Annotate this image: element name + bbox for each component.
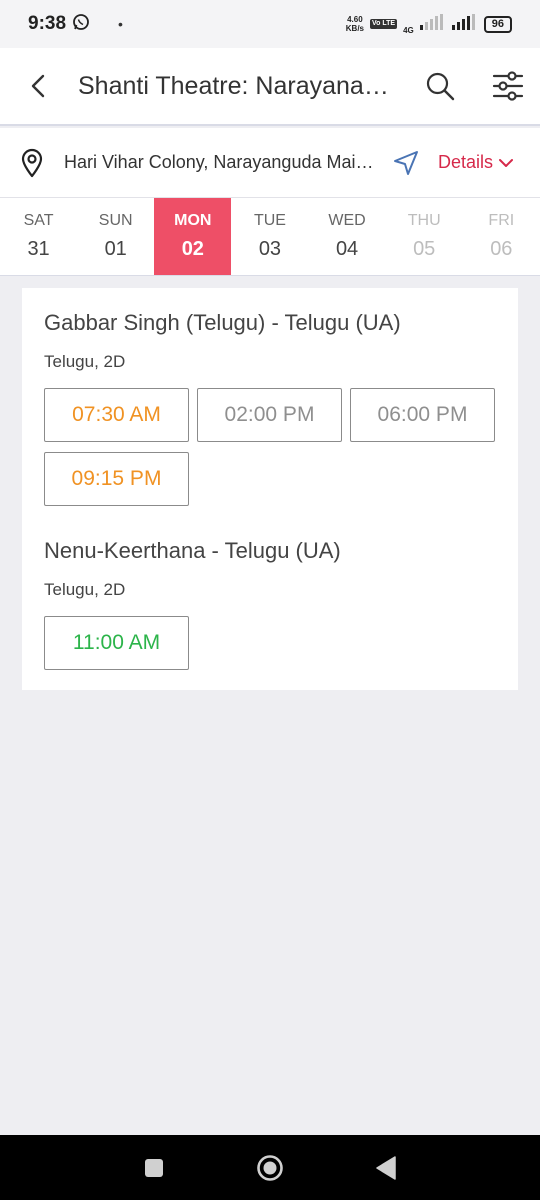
theatre-address: Hari Vihar Colony, Narayanguda Main Road — [64, 152, 382, 172]
date-number: 05 — [413, 238, 436, 260]
date-tue[interactable]: TUE 03 — [231, 198, 308, 275]
date-selector: SAT 31 SUN 01 MON 02 TUE 03 WED 04 THU 0… — [0, 198, 540, 276]
showtime-list: 11:00 AM — [44, 616, 496, 670]
details-button[interactable]: Details — [438, 152, 514, 173]
navigation-arrow-icon[interactable] — [382, 150, 430, 176]
status-bar: 9:38 • 4.60 KB/s Vo LTE 4G 96 — [0, 0, 540, 48]
filter-sliders-icon — [492, 71, 524, 101]
date-sun[interactable]: SUN 01 — [77, 198, 154, 275]
search-icon — [426, 72, 455, 101]
app-header: Shanti Theatre: Narayanaguda — [0, 48, 540, 126]
notification-dot: • — [118, 16, 123, 32]
system-navigation-bar — [0, 1135, 540, 1200]
location-pin-icon — [0, 148, 64, 178]
date-day: FRI — [488, 212, 515, 229]
showtime-button[interactable]: 07:30 AM — [44, 388, 189, 442]
showtime-list: 07:30 AM 02:00 PM 06:00 PM 09:15 PM — [44, 388, 496, 506]
back-button[interactable] — [0, 47, 78, 125]
date-number: 01 — [104, 238, 127, 260]
date-day: TUE — [253, 212, 286, 229]
showtime-button[interactable]: 02:00 PM — [197, 388, 342, 442]
signal-icon — [451, 13, 478, 35]
page-title: Shanti Theatre: Narayanaguda — [78, 71, 400, 100]
date-thu: THU 05 — [386, 198, 463, 275]
date-day: MON — [174, 212, 212, 229]
showtime-button[interactable]: 09:15 PM — [44, 452, 189, 506]
date-number: 03 — [258, 238, 282, 260]
movie-format: Telugu, 2D — [44, 580, 126, 599]
address-bar: Hari Vihar Colony, Narayanguda Main Road… — [0, 128, 540, 198]
recents-square-icon — [145, 1158, 163, 1177]
date-number: 31 — [27, 238, 50, 260]
chevron-down-icon — [499, 158, 514, 167]
movie-format: Telugu, 2D — [44, 352, 126, 371]
details-label: Details — [438, 152, 494, 172]
home-button[interactable] — [212, 1135, 328, 1200]
volte-badge: Vo LTE — [370, 19, 398, 29]
date-number: 04 — [335, 238, 359, 260]
filter-button[interactable] — [478, 47, 538, 125]
back-triangle-icon — [376, 1155, 396, 1180]
movie-block: Gabbar Singh (Telugu) - Telugu (UA) Telu… — [44, 310, 496, 506]
movie-block: Nenu-Keerthana - Telugu (UA) Telugu, 2D … — [44, 538, 496, 670]
signal-icon — [419, 13, 446, 35]
recents-button[interactable] — [96, 1135, 212, 1200]
back-arrow-icon — [31, 74, 45, 98]
showtime-button[interactable]: 11:00 AM — [44, 616, 189, 670]
whatsapp-icon — [72, 13, 90, 36]
network-type: 4G — [403, 25, 414, 35]
date-mon-selected[interactable]: MON 02 — [154, 198, 232, 275]
date-day: WED — [328, 212, 366, 229]
date-day: SAT — [23, 212, 54, 229]
date-number: 02 — [181, 238, 204, 260]
home-circle-icon — [257, 1154, 283, 1181]
date-wed[interactable]: WED 04 — [309, 198, 386, 275]
date-fri: FRI 06 — [463, 198, 540, 275]
movie-title[interactable]: Nenu-Keerthana - Telugu (UA) — [44, 538, 496, 564]
system-back-button[interactable] — [328, 1135, 444, 1200]
search-button[interactable] — [410, 47, 470, 125]
date-day: SUN — [98, 212, 133, 229]
net-speed: 4.60 KB/s — [345, 15, 364, 33]
status-time: 9:38 — [28, 13, 67, 34]
showtime-button[interactable]: 06:00 PM — [350, 388, 495, 442]
battery-indicator: 96 — [483, 15, 512, 33]
movie-title[interactable]: Gabbar Singh (Telugu) - Telugu (UA) — [44, 310, 496, 336]
date-day: THU — [407, 212, 441, 229]
date-sat[interactable]: SAT 31 — [0, 198, 77, 275]
date-number: 06 — [490, 238, 513, 260]
showtime-listing: Gabbar Singh (Telugu) - Telugu (UA) Telu… — [22, 288, 518, 690]
